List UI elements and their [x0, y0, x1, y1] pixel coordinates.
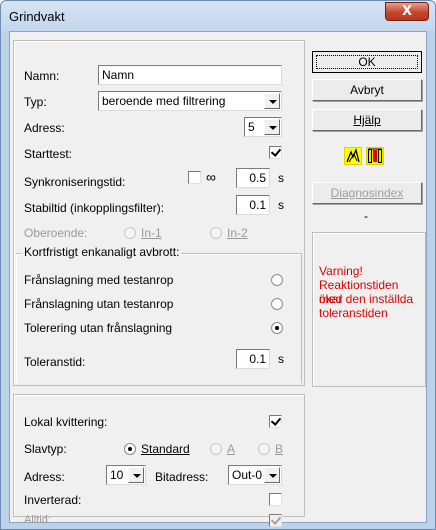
bitaddress-select[interactable]: Out-0 [228, 465, 282, 485]
inverted-checkbox[interactable] [269, 493, 282, 506]
infinity-label: ∞ [206, 169, 216, 185]
address-select[interactable]: 5 [244, 117, 282, 137]
address-select-value: 5 [248, 120, 255, 134]
slave-type-label: Slavtyp: [24, 442, 67, 456]
type-select-value: beroende med filtrering [102, 94, 226, 108]
option-radio-2[interactable] [271, 298, 283, 310]
sync-time-input[interactable]: 0.5 [236, 168, 270, 188]
in1-radio[interactable] [124, 227, 136, 239]
option-label-2: Frånslagning utan testanrop [24, 297, 174, 311]
ack-address-select[interactable]: 10 [106, 465, 146, 485]
sync-infinity-checkbox[interactable] [188, 171, 201, 184]
help-button[interactable]: Hjälp [312, 109, 422, 131]
warning-line-3: med den inställda [319, 292, 414, 306]
stable-label: Stabiltid (inkopplingsfilter): [24, 201, 165, 215]
starttest-label: Starttest: [24, 147, 73, 161]
tolerance-label: Toleranstid: [24, 355, 86, 369]
in2-label: In-2 [227, 226, 248, 240]
independent-label: Oberoende: [24, 226, 88, 240]
stable-unit: s [278, 198, 284, 212]
slave-standard-label: Standard [141, 442, 190, 456]
always-label: Alltid: [24, 514, 51, 526]
ok-button-label: OK [358, 55, 376, 69]
ack-group: Lokal kvittering: Slavtyp: Standard A B … [13, 394, 305, 526]
switch-contact-icon[interactable] [344, 147, 362, 165]
name-label: Namn: [24, 69, 60, 83]
help-button-label: Hjälp [353, 113, 381, 127]
option-radio-3[interactable] [271, 322, 283, 334]
option-label-3: Tolerering utan frånslagning [24, 321, 173, 335]
address-label: Adress: [24, 121, 65, 135]
option-radio-1[interactable] [271, 274, 283, 286]
slave-a-label: A [227, 442, 236, 456]
chevron-down-icon[interactable] [264, 119, 280, 135]
ok-button[interactable]: OK [312, 51, 422, 73]
option-label-1: Frånslagning med testanrop [24, 273, 174, 287]
slave-b-label: B [275, 442, 284, 456]
bitaddress-value: Out-0 [232, 468, 263, 482]
diagnostic-index-label: Diagnosindex [330, 186, 404, 200]
dialog-client: Namn: Namn Typ: beroende med filtrering … [9, 31, 427, 527]
starttest-checkbox[interactable] [269, 146, 282, 159]
local-ack-label: Lokal kvittering: [24, 415, 108, 429]
tolerance-input[interactable]: 0.1 [236, 349, 270, 369]
title-bar[interactable]: Grindvakt X [1, 1, 435, 31]
sync-unit: s [278, 171, 284, 185]
dialog-window: Grindvakt X Namn: Namn Typ: beroende med… [0, 0, 436, 530]
cancel-button[interactable]: Avbryt [312, 79, 422, 101]
type-select[interactable]: beroende med filtrering [98, 91, 282, 111]
short-break-title: Kortfristigt enkanaligt avbrott: [22, 245, 182, 259]
warning-line-4: toleranstiden [319, 306, 388, 320]
close-button[interactable]: X [385, 2, 429, 21]
diagnostic-index-button[interactable]: Diagnosindex [312, 182, 422, 204]
chevron-down-icon[interactable] [264, 467, 280, 483]
name-input[interactable]: Namn [98, 65, 282, 85]
ack-address-label: Adress: [24, 470, 65, 484]
warning-line-1: Varning! [319, 264, 363, 278]
in1-label: In-1 [141, 226, 162, 240]
chevron-down-icon[interactable] [128, 467, 144, 483]
slave-standard-radio[interactable] [124, 443, 136, 455]
diagnostic-value: - [364, 209, 368, 223]
stable-time-input[interactable]: 0.1 [236, 195, 270, 215]
warning-box: Varning! Reaktionstiden ökar med den ins… [312, 232, 426, 387]
door-icon[interactable] [366, 147, 384, 165]
always-checkbox[interactable] [269, 514, 282, 527]
type-label: Typ: [24, 95, 47, 109]
tolerance-unit: s [278, 352, 284, 366]
ack-address-value: 10 [110, 468, 124, 482]
local-ack-checkbox[interactable] [269, 415, 282, 428]
window-title: Grindvakt [9, 9, 65, 24]
bitaddress-label: Bitadress: [155, 470, 209, 484]
slave-a-radio[interactable] [210, 443, 222, 455]
settings-group: Namn: Namn Typ: beroende med filtrering … [13, 40, 305, 386]
in2-radio[interactable] [210, 227, 222, 239]
inverted-label: Inverterad: [24, 493, 82, 507]
slave-b-radio[interactable] [258, 443, 270, 455]
sync-label: Synkroniseringstid: [24, 175, 126, 189]
chevron-down-icon[interactable] [264, 93, 280, 109]
